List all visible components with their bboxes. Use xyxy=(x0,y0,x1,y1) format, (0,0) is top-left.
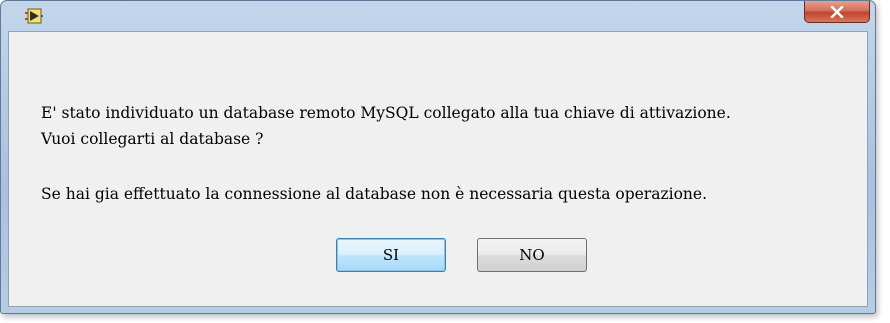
message-line-3: Se hai gia effettuato la connessione al … xyxy=(41,185,707,203)
no-button[interactable]: NO xyxy=(477,238,587,272)
message-line-2: Vuoi collegarti al database ? xyxy=(41,130,264,148)
close-button[interactable] xyxy=(804,1,870,23)
close-x-icon xyxy=(830,5,844,18)
yes-button[interactable]: SI xyxy=(336,238,446,272)
dialog-window: E' stato individuato un database remoto … xyxy=(0,0,876,314)
message-line-1: E' stato individuato un database remoto … xyxy=(41,104,731,122)
dialog-body: E' stato individuato un database remoto … xyxy=(8,31,868,307)
title-bar[interactable] xyxy=(1,1,875,31)
labview-vi-icon xyxy=(25,8,43,24)
